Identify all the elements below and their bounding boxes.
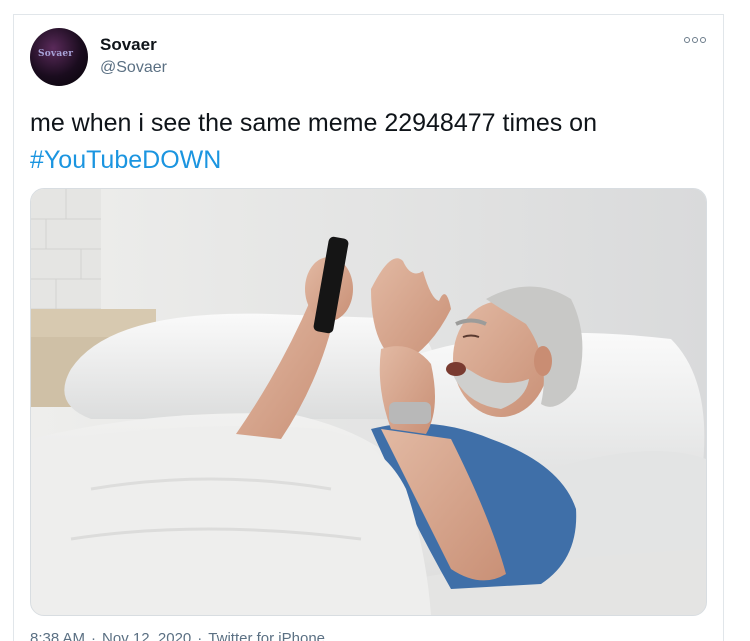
hashtag-link[interactable]: #YouTubeDOWN — [30, 146, 221, 174]
tweet-text: me when i see the same meme 22948477 tim… — [30, 105, 700, 179]
tweet-footer: 8:38 AM · Nov 12, 2020 · Twitter for iPhone — [30, 630, 325, 641]
footer-separator: · — [197, 630, 203, 641]
tweet-date[interactable]: Nov 12, 2020 — [102, 630, 191, 641]
more-options-button[interactable] — [681, 33, 707, 51]
footer-separator: · — [91, 630, 97, 641]
tweet-source-link[interactable]: Twitter for iPhone — [208, 630, 325, 641]
avatar[interactable]: Sovaer — [30, 28, 88, 86]
avatar-logo-text: Sovaer — [38, 49, 74, 59]
page: Sovaer Sovaer @Sovaer me when i see the … — [0, 0, 750, 641]
tweet-time[interactable]: 8:38 AM — [30, 630, 85, 641]
display-name[interactable]: Sovaer — [100, 35, 157, 55]
user-handle[interactable]: @Sovaer — [100, 59, 167, 77]
tweet-photo[interactable] — [30, 188, 707, 616]
more-options-icon — [684, 37, 706, 43]
photo-old-man-in-bed-with-phone-icon — [31, 189, 706, 615]
tweet-body-text: me when i see the same meme 22948477 tim… — [30, 109, 597, 137]
tweet-card: Sovaer Sovaer @Sovaer me when i see the … — [13, 14, 724, 641]
